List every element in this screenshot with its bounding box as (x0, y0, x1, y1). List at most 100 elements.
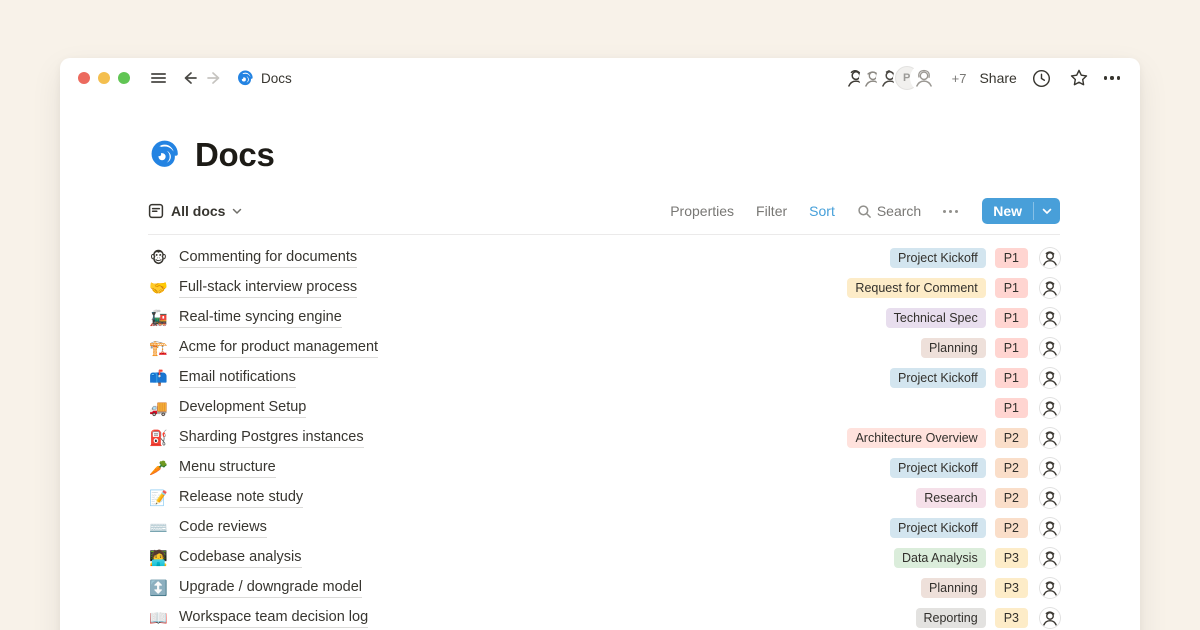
priority-badge: P1 (995, 398, 1028, 418)
window-titlebar: Docs P +7 Share (60, 58, 1140, 98)
doc-type-tag: Research (916, 488, 986, 508)
priority-badge: P1 (995, 368, 1028, 388)
doc-type-tag: Technical Spec (886, 308, 986, 328)
doc-row[interactable]: ↕️ Upgrade / downgrade model Planning P3 (148, 573, 1060, 603)
doc-row[interactable]: 🥕 Menu structure Project Kickoff P2 (148, 453, 1060, 483)
locomotive-emoji: 🚂 (148, 309, 169, 327)
open-book-emoji: 📖 (148, 609, 169, 627)
doc-row[interactable]: 🚚 Development Setup P1 (148, 393, 1060, 423)
history-clock-icon[interactable] (1030, 66, 1054, 90)
priority-badge: P2 (995, 428, 1028, 448)
doc-list: 🐵 Commenting for documents Project Kicko… (148, 235, 1060, 630)
sort-button[interactable]: Sort (809, 203, 835, 219)
doc-row[interactable]: 📫 Email notifications Project Kickoff P1 (148, 363, 1060, 393)
technologist-emoji: 🧑‍💻 (148, 549, 169, 567)
collection-toolbar: All docs Properties Filter Sort Search N… (148, 198, 1060, 235)
priority-badge: P3 (995, 578, 1028, 598)
share-button[interactable]: Share (979, 70, 1016, 86)
more-options-icon[interactable] (1104, 76, 1120, 79)
view-selector[interactable]: All docs (148, 203, 242, 219)
mailbox-emoji: 📫 (148, 369, 169, 387)
view-more-options-icon[interactable] (943, 210, 958, 213)
doc-row[interactable]: 🚂 Real-time syncing engine Technical Spe… (148, 303, 1060, 333)
monkey-face-emoji: 🐵 (148, 249, 169, 267)
doc-row[interactable]: 🤝 Full-stack interview process Request f… (148, 273, 1060, 303)
assignee-avatar (1040, 488, 1060, 508)
doc-title: Menu structure (179, 458, 276, 478)
collaborator-overflow-count[interactable]: +7 (952, 71, 967, 86)
assignee-avatar (1040, 368, 1060, 388)
doc-type-tag: Project Kickoff (890, 248, 986, 268)
delivery-truck-emoji: 🚚 (148, 399, 169, 417)
fuel-pump-emoji: ⛽ (148, 429, 169, 447)
priority-badge: P1 (995, 278, 1028, 298)
doc-row[interactable]: 📝 Release note study Research P2 (148, 483, 1060, 513)
window-title: Docs (261, 71, 292, 86)
assignee-avatar (1040, 548, 1060, 568)
forward-arrow-icon[interactable] (202, 66, 226, 90)
doc-row[interactable]: ⌨️ Code reviews Project Kickoff P2 (148, 513, 1060, 543)
doc-title: Real-time syncing engine (179, 308, 342, 328)
search-icon (857, 204, 872, 219)
priority-badge: P3 (995, 548, 1028, 568)
assignee-avatar (1040, 248, 1060, 268)
search-label: Search (877, 203, 921, 219)
chevron-down-icon (232, 208, 242, 215)
sidebar-toggle-icon[interactable] (146, 66, 170, 90)
new-doc-chevron-down-icon[interactable] (1034, 198, 1060, 224)
assignee-avatar (1040, 458, 1060, 478)
assignee-avatar (1040, 398, 1060, 418)
doc-type-tag: Reporting (916, 608, 986, 628)
doc-row[interactable]: 🐵 Commenting for documents Project Kicko… (148, 243, 1060, 273)
doc-title: Commenting for documents (179, 248, 357, 268)
doc-type-tag: Request for Comment (847, 278, 985, 298)
assignee-avatar (1040, 518, 1060, 538)
properties-button[interactable]: Properties (670, 203, 734, 219)
priority-badge: P1 (995, 248, 1028, 268)
doc-row[interactable]: 🏗️ Acme for product management Planning … (148, 333, 1060, 363)
assignee-avatar (1040, 578, 1060, 598)
doc-row[interactable]: 📖 Workspace team decision log Reporting … (148, 603, 1060, 630)
assignee-avatar (1040, 308, 1060, 328)
document-list-icon (148, 203, 164, 219)
doc-title: Full-stack interview process (179, 278, 357, 298)
doc-type-tag: Architecture Overview (847, 428, 985, 448)
doc-row[interactable]: 🧑‍💻 Codebase analysis Data Analysis P3 (148, 543, 1060, 573)
priority-badge: P2 (995, 458, 1028, 478)
assignee-avatar (1040, 428, 1060, 448)
building-construction-emoji: 🏗️ (148, 339, 169, 357)
collaborator-avatar-stack: P (844, 66, 936, 90)
close-window-button[interactable] (78, 72, 90, 84)
traffic-lights (78, 72, 130, 84)
search-button[interactable]: Search (857, 203, 921, 219)
doc-row[interactable]: ⛽ Sharding Postgres instances Architectu… (148, 423, 1060, 453)
priority-badge: P1 (995, 338, 1028, 358)
page-header: Docs (148, 134, 1060, 176)
handshake-emoji: 🤝 (148, 279, 169, 297)
doc-title: Workspace team decision log (179, 608, 368, 628)
workspace-logo-spiral-icon (236, 69, 255, 88)
new-doc-label: New (982, 198, 1033, 224)
zoom-window-button[interactable] (118, 72, 130, 84)
minimize-window-button[interactable] (98, 72, 110, 84)
doc-title: Email notifications (179, 368, 296, 388)
assignee-avatar (1040, 608, 1060, 628)
priority-badge: P3 (995, 608, 1028, 628)
priority-badge: P2 (995, 488, 1028, 508)
favorite-star-icon[interactable] (1067, 66, 1091, 90)
back-arrow-icon[interactable] (178, 66, 202, 90)
carrot-emoji: 🥕 (148, 459, 169, 477)
collaborator-avatar[interactable] (912, 66, 936, 90)
doc-title: Sharding Postgres instances (179, 428, 364, 448)
docs-spiral-icon (148, 138, 182, 172)
memo-emoji: 📝 (148, 489, 169, 507)
up-down-arrow-emoji: ↕️ (148, 579, 169, 597)
doc-title: Acme for product management (179, 338, 378, 358)
filter-button[interactable]: Filter (756, 203, 787, 219)
assignee-avatar (1040, 278, 1060, 298)
doc-type-tag: Data Analysis (894, 548, 986, 568)
doc-title: Code reviews (179, 518, 267, 538)
doc-title: Development Setup (179, 398, 306, 418)
new-doc-button[interactable]: New (982, 198, 1060, 224)
assignee-avatar (1040, 338, 1060, 358)
